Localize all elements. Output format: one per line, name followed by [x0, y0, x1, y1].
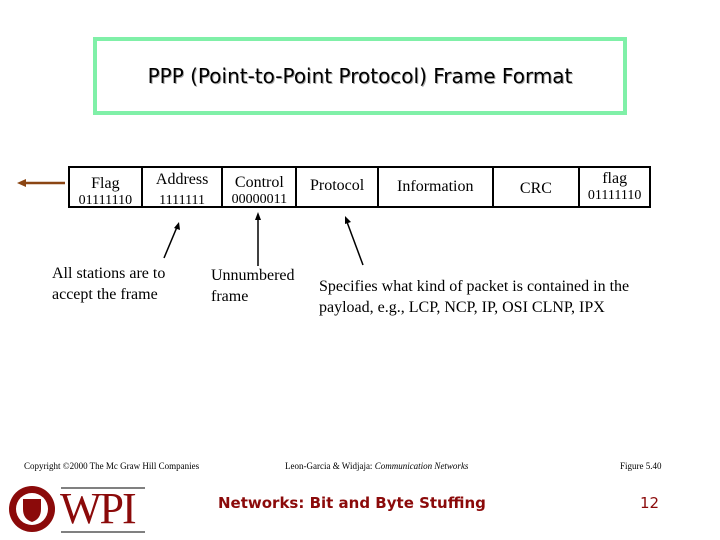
field-protocol: Protocol [297, 168, 379, 206]
field-label: CRC [519, 180, 552, 197]
field-label: flag [602, 170, 628, 187]
authors: Leon-Garcia & Widjaja: [285, 461, 373, 471]
control-arrow-icon [255, 212, 261, 266]
frame-format: Flag 01111110 Address 1111111 Control 00000… [68, 166, 651, 208]
field-flag: Flag 01111110 [70, 168, 143, 208]
note-line: accept the frame [52, 286, 158, 303]
left-arrow-icon [17, 179, 65, 187]
book-title: Communication Networks [374, 461, 469, 471]
field-label: Address [155, 171, 209, 188]
copyright: Copyright ©2000 The Mc Graw Hill Compani… [24, 461, 200, 471]
field-bits: 01111110 [587, 188, 642, 203]
field-label: Control [234, 174, 284, 191]
control-note: Unnumbered frame [211, 265, 295, 307]
figure-label: Figure 5.40 [620, 461, 662, 471]
page-number: 12 [640, 494, 660, 512]
slide-footer-title: Networks: Bit and Byte Stuffing [218, 494, 486, 512]
field-address: Address 1111111 [143, 168, 224, 208]
field-control: Control 00000011 [223, 168, 298, 207]
field-information: Information [379, 168, 494, 206]
wpi-logo-text: WPI [60, 484, 137, 533]
citation: Leon-Garcia & Widjaja: Communication Net… [285, 461, 468, 471]
wpi-logo: WPI [5, 485, 145, 535]
note-line: frame [211, 288, 249, 305]
field-bits: 00000011 [231, 192, 288, 207]
address-arrow-icon [163, 222, 180, 259]
field-bits: 1111111 [159, 193, 206, 208]
field-flag-end: flag 01111110 [580, 168, 649, 206]
note-line: Specifies what kind of packet is contain… [319, 278, 630, 295]
note-line: Unnumbered [211, 267, 295, 284]
field-label: Protocol [309, 177, 365, 194]
note-line: payload, e.g., LCP, NCP, IP, OSI CLNP, I… [319, 299, 605, 316]
note-line: All stations are to [52, 265, 166, 282]
address-note: All stations are to accept the frame [52, 263, 165, 305]
field-crc: CRC [494, 168, 581, 206]
protocol-note: Specifies what kind of packet is contain… [319, 276, 629, 318]
field-label: Flag [91, 175, 120, 192]
field-label: Information [397, 178, 474, 195]
protocol-arrow-icon [345, 216, 364, 266]
field-bits: 01111110 [78, 193, 133, 208]
